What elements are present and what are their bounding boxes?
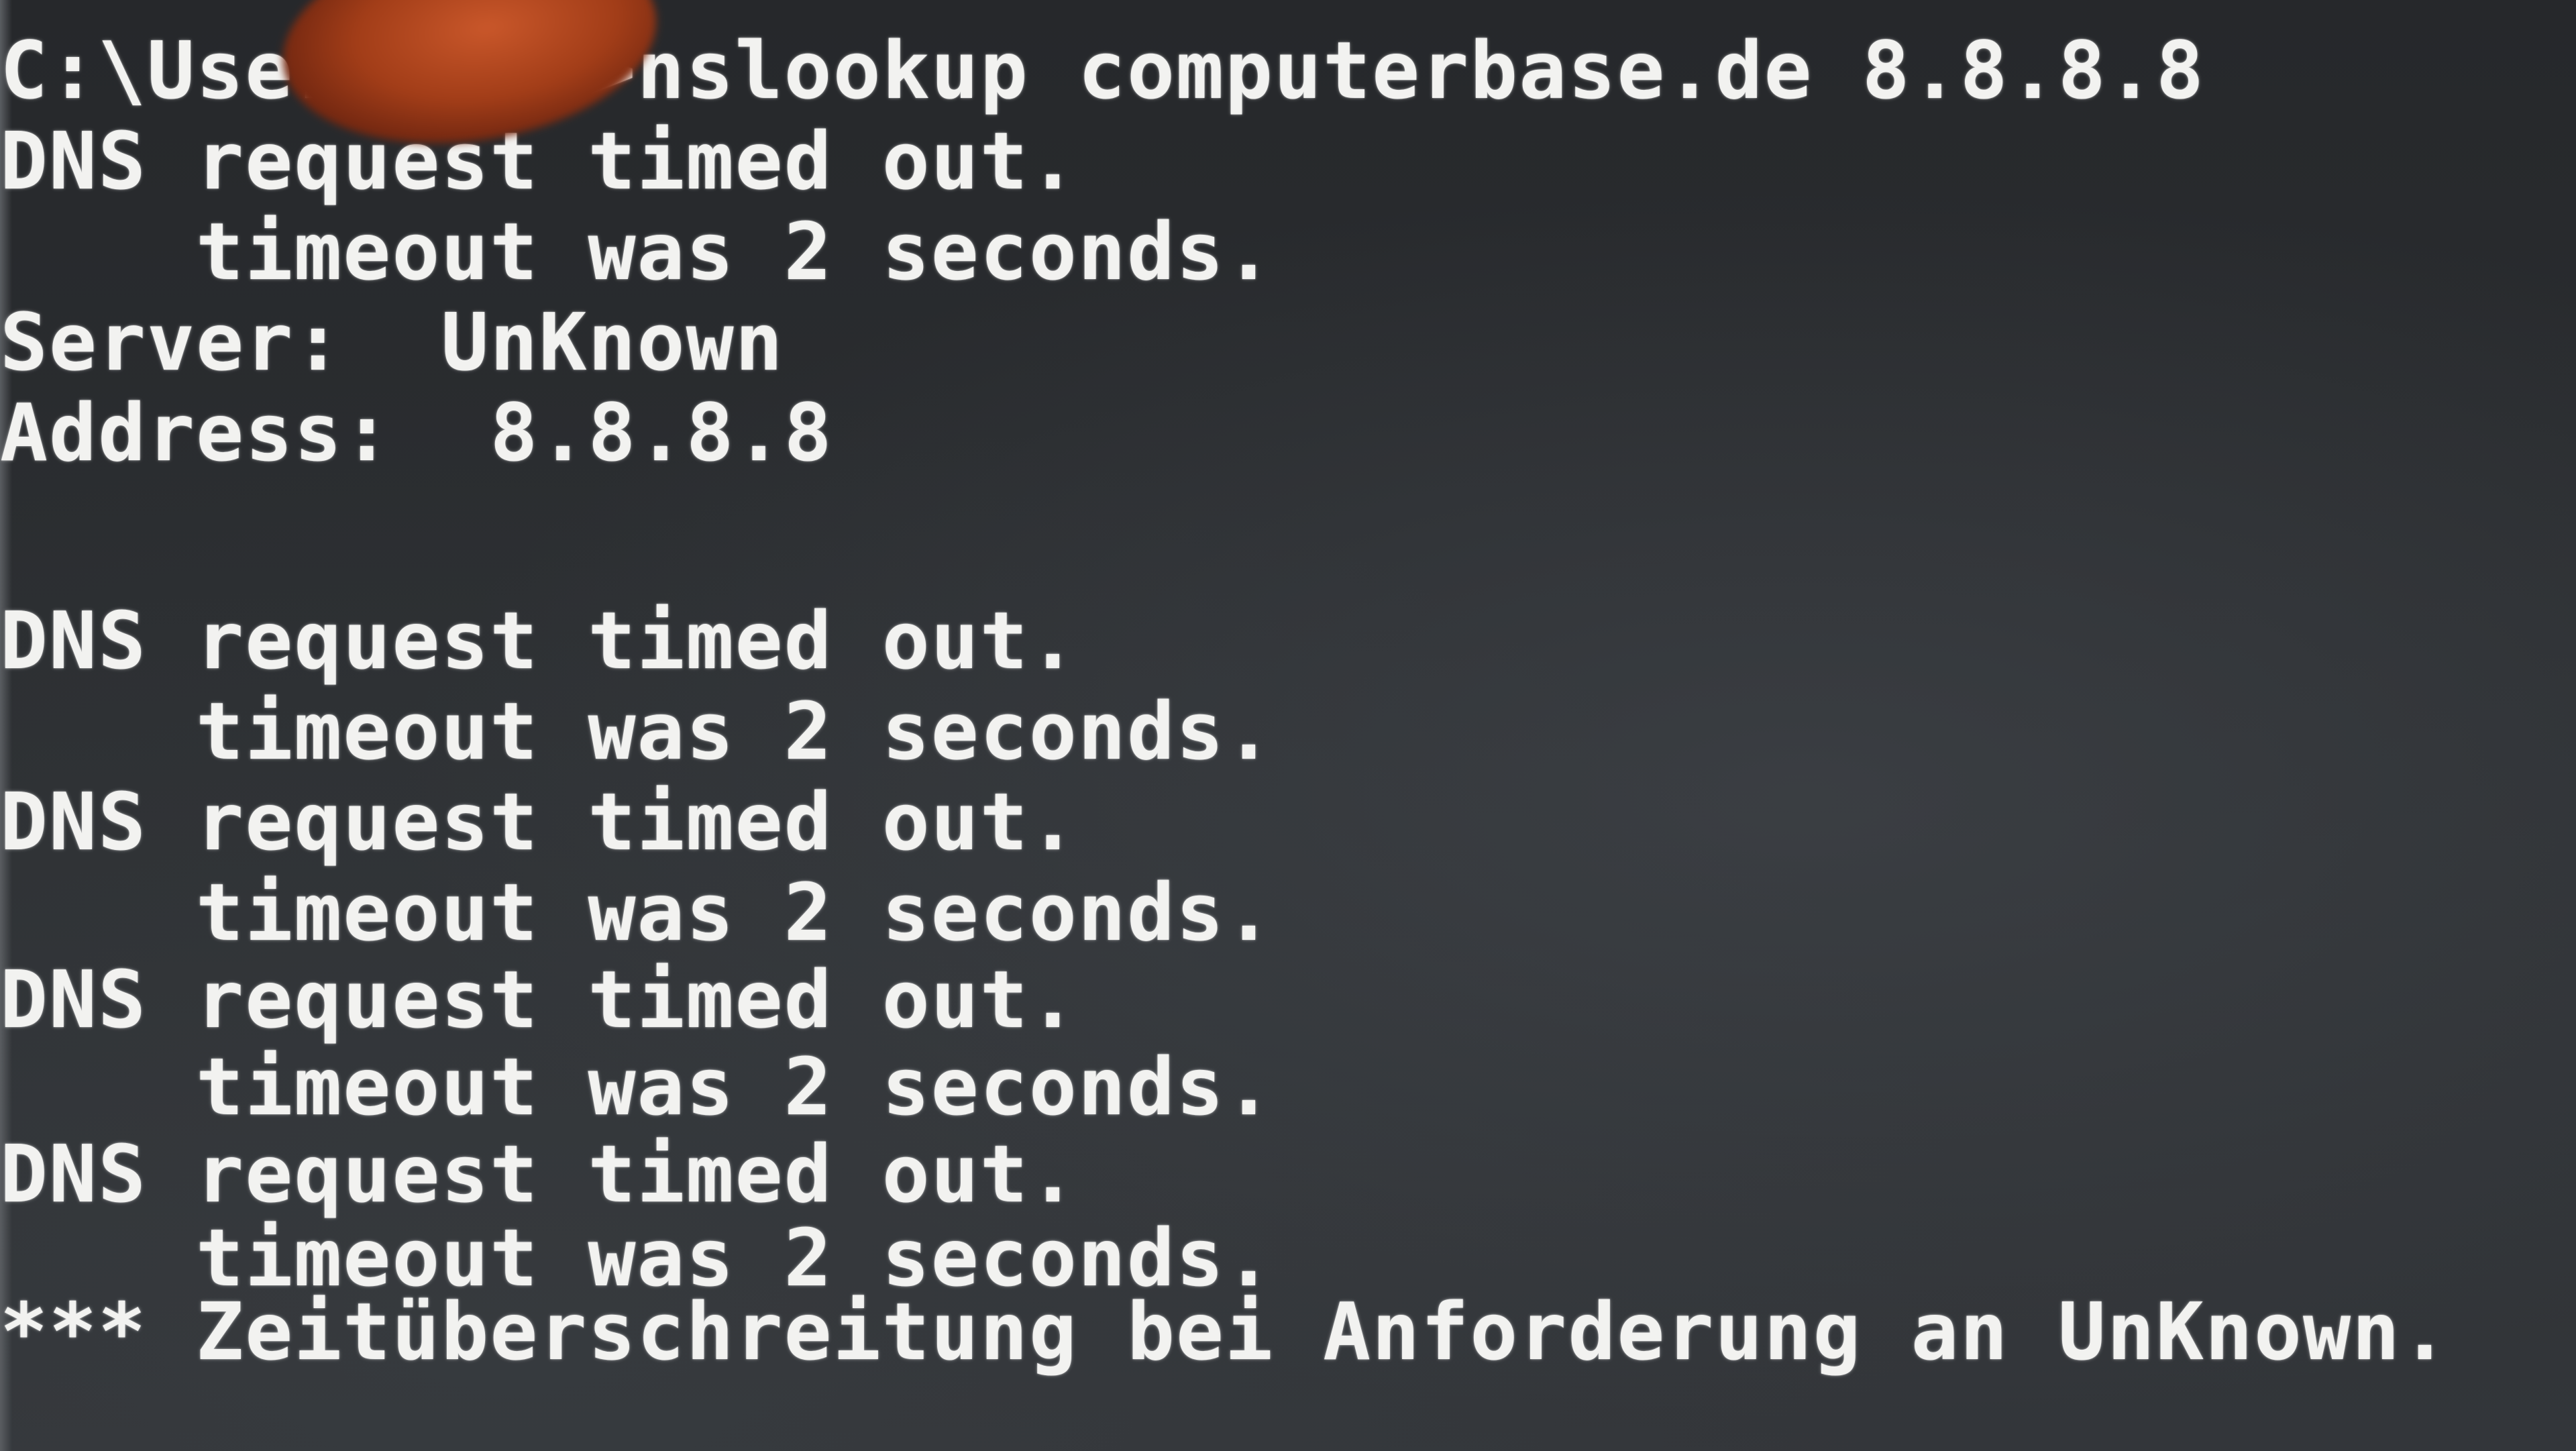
- output-line: Server: UnKnown: [0, 296, 784, 388]
- output-line: timeout was 2 seconds.: [0, 685, 1275, 777]
- output-line: DNS request timed out.: [0, 953, 1078, 1046]
- output-line: timeout was 2 seconds.: [0, 205, 1275, 298]
- output-line: Address: 8.8.8.8: [0, 386, 833, 479]
- terminal-screen: C:\Users\ >nslookup computerbase.de 8.8.…: [0, 0, 2576, 1451]
- output-line: timeout was 2 seconds.: [0, 866, 1275, 959]
- output-line: DNS request timed out.: [0, 115, 1078, 207]
- output-line: DNS request timed out.: [0, 775, 1078, 868]
- output-line: timeout was 2 seconds.: [0, 1040, 1275, 1133]
- output-line: DNS request timed out.: [0, 1128, 1078, 1220]
- output-line: DNS request timed out.: [0, 594, 1078, 687]
- error-line: *** Zeitüberschreitung bei Anforderung a…: [0, 1285, 2451, 1378]
